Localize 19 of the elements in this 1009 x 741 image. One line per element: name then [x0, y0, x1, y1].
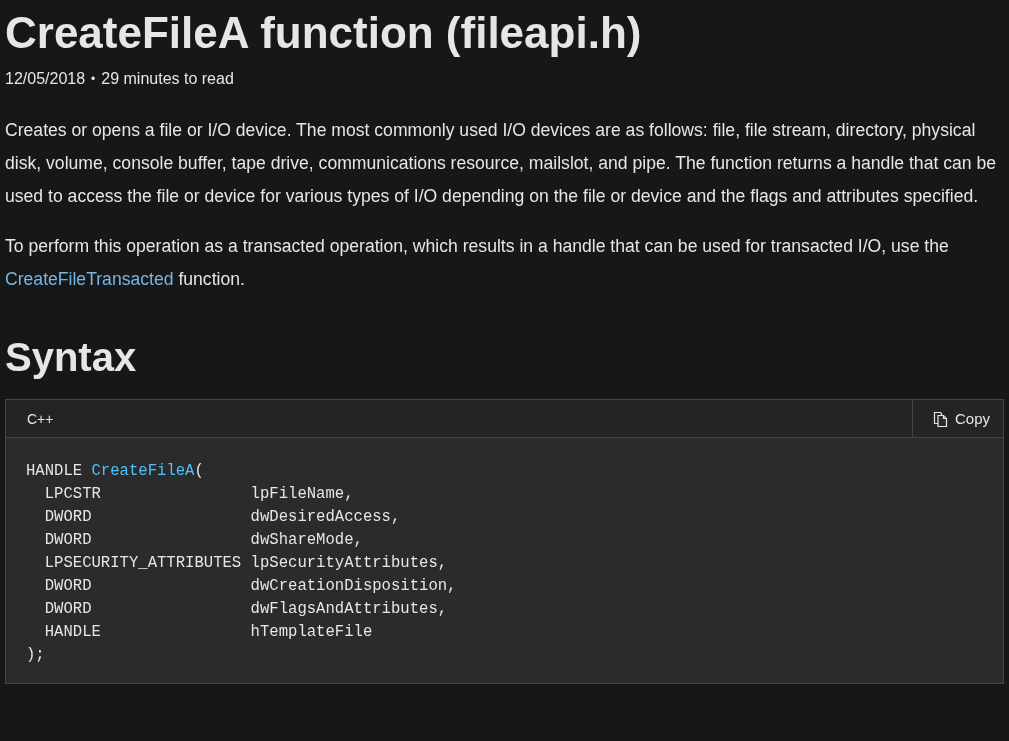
- code-line: LPSECURITY_ATTRIBUTES lpSecurityAttributes,: [43, 553, 448, 574]
- code-line: HANDLE hTemplateFile: [43, 622, 373, 643]
- copy-icon: [932, 410, 949, 427]
- separator-dot: •: [91, 72, 96, 86]
- link[interactable]: CreateFileTransacted: [5, 269, 174, 289]
- page-title: CreateFileA function (fileapi.h): [5, 7, 643, 59]
- code-line: );: [26, 645, 45, 666]
- code-line: DWORD dwFlagsAndAttributes,: [43, 599, 448, 620]
- section-heading: Syntax: [5, 334, 138, 381]
- paragraph: To perform this operation as a transacted operation, which results in a handle that can be used for transacted I/O, use the CreateFileTransacted function.: [5, 235, 950, 291]
- code-line: DWORD dwDesiredAccess,: [43, 507, 401, 528]
- code-line: LPCSTR lpFileName,: [43, 484, 354, 505]
- code-line: DWORD dwShareMode,: [43, 530, 363, 551]
- read-time: 29 minutes to read: [101, 70, 234, 88]
- code-line: DWORD dwCreationDisposition,: [43, 576, 457, 597]
- publish-date: 12/05/2018: [5, 70, 86, 88]
- paragraph: Creates or opens a file or I/O device. The most commonly used I/O devices are as follows: file, file stream, directory, physical disk, volume, console buffer, tape drive, communications resource, mailslot, and pipe. The function returns a handle that can be used to access the file or device for various types of I/O depending on the file or device and the flags and attributes specified.: [5, 119, 998, 208]
- language-label: C++: [26, 410, 54, 427]
- code-line: HANDLE CreateFileA(: [26, 461, 204, 482]
